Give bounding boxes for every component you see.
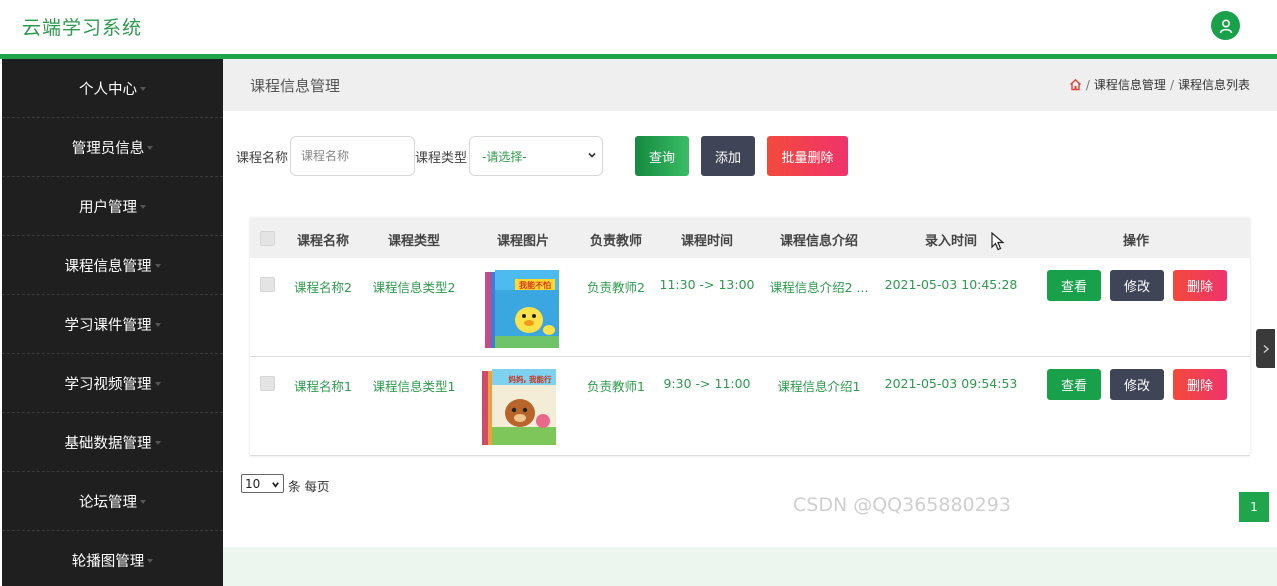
cell-created-time: 2021-05-03 10:45:28 <box>884 277 1018 292</box>
main-content: 课程信息管理 / 课程信息管理 / 课程信息列表 课程名称 课程类型 -请选择-… <box>223 59 1277 586</box>
column-header-image[interactable]: 课程图片 <box>497 230 549 249</box>
cell-teacher: 负责教师1 <box>587 379 645 394</box>
breadcrumb-item-course-management[interactable]: 课程信息管理 <box>1094 76 1166 93</box>
breadcrumb-separator: / <box>1085 77 1090 92</box>
sidebar-item-label: 课程信息管理 <box>64 258 152 275</box>
pagination-page-1[interactable]: 1 <box>1239 492 1269 522</box>
table-row: 课程名称1 课程信息类型1 妈妈, 我能行 负责教师1 9:30 -> 11:0… <box>250 357 1250 456</box>
sidebar-item-label: 管理员信息 <box>71 140 145 157</box>
cell-course-intro: 课程信息介绍1 <box>777 379 861 394</box>
edit-button[interactable]: 修改 <box>1110 270 1164 301</box>
top-bar: 云端学习系统 <box>0 0 1277 54</box>
course-table: 课程名称 课程类型 课程图片 负责教师 课程时间 课程信息介绍 录入时间 操作 … <box>250 218 1250 456</box>
cell-course-name: 课程名称1 <box>294 379 352 394</box>
add-button[interactable]: 添加 <box>701 136 755 176</box>
chevron-down-icon <box>147 146 154 150</box>
select-all-checkbox[interactable] <box>260 231 275 246</box>
cell-course-name: 课程名称2 <box>294 280 352 295</box>
column-header-created[interactable]: 录入时间 <box>925 230 977 249</box>
row-checkbox[interactable] <box>260 376 275 391</box>
page-size-value: 10 <box>245 476 261 491</box>
breadcrumb-separator: / <box>1169 77 1174 92</box>
app-title: 云端学习系统 <box>22 17 143 39</box>
home-icon[interactable] <box>1069 78 1082 91</box>
column-header-name[interactable]: 课程名称 <box>297 230 349 249</box>
sidebar-item-label: 用户管理 <box>79 199 137 216</box>
sidebar-item-user-management[interactable]: 用户管理 <box>2 177 223 236</box>
chevron-down-icon <box>272 482 279 488</box>
chevron-down-icon <box>140 205 146 209</box>
cell-created-time: 2021-05-03 09:54:53 <box>884 376 1018 391</box>
sidebar-item-videos[interactable]: 学习视频管理 <box>2 354 223 413</box>
watermark: CSDN @QQ365880293 <box>793 494 1011 516</box>
course-name-input[interactable] <box>290 136 415 176</box>
chevron-down-icon <box>588 152 596 158</box>
course-type-selected-value: -请选择- <box>482 149 527 164</box>
table-row: 课程名称2 课程信息类型2 我能不怕 负责教师2 11:30 -> 13:00 … <box>250 258 1250 357</box>
page-title: 课程信息管理 <box>250 77 341 95</box>
column-header-type[interactable]: 课程类型 <box>388 230 440 249</box>
cell-teacher: 负责教师2 <box>587 280 645 295</box>
chevron-right-icon <box>1263 344 1269 353</box>
breadcrumb: / 课程信息管理 / 课程信息列表 <box>1069 76 1250 93</box>
sidebar-item-label: 轮播图管理 <box>71 553 145 570</box>
sidebar-item-label: 学习课件管理 <box>64 317 152 334</box>
per-page-label: 条 每页 <box>288 479 330 494</box>
cell-course-type: 课程信息类型2 <box>372 280 456 295</box>
delete-button[interactable]: 删除 <box>1173 369 1227 400</box>
row-checkbox[interactable] <box>260 277 275 292</box>
mouse-pointer-icon <box>991 232 1005 251</box>
footer-band <box>223 547 1277 586</box>
sidebar-item-label: 学习视频管理 <box>64 376 152 393</box>
view-button[interactable]: 查看 <box>1047 369 1101 400</box>
cell-course-intro: 课程信息介绍2 ... <box>769 280 869 295</box>
user-icon <box>1219 18 1232 33</box>
chevron-down-icon <box>154 441 161 445</box>
expand-panel-button[interactable] <box>1256 329 1275 368</box>
edit-button[interactable]: 修改 <box>1110 369 1164 400</box>
chevron-down-icon <box>147 559 154 563</box>
sidebar-item-forum[interactable]: 论坛管理 <box>2 472 223 531</box>
sidebar-item-label: 基础数据管理 <box>64 435 152 452</box>
page-size-select[interactable]: 10 <box>241 474 284 493</box>
column-header-teacher[interactable]: 负责教师 <box>590 230 642 249</box>
cell-course-time: 9:30 -> 11:00 <box>663 376 751 391</box>
sidebar-item-carousel[interactable]: 轮播图管理 <box>2 531 223 586</box>
column-header-time[interactable]: 课程时间 <box>681 230 733 249</box>
sidebar-item-basic-data[interactable]: 基础数据管理 <box>2 413 223 472</box>
sidebar: 个人中心 管理员信息 用户管理 课程信息管理 学习课件管理 学习视频管理 基础数… <box>2 59 223 586</box>
course-cover-image[interactable]: 妈妈, 我能行 <box>480 367 560 449</box>
sidebar-item-admin-info[interactable]: 管理员信息 <box>2 118 223 177</box>
page-header: 课程信息管理 / 课程信息管理 / 课程信息列表 <box>223 59 1277 111</box>
batch-delete-button[interactable]: 批量删除 <box>767 136 848 176</box>
chevron-down-icon <box>154 382 161 386</box>
sidebar-item-course-info[interactable]: 课程信息管理 <box>2 236 223 295</box>
sidebar-item-personal-center[interactable]: 个人中心 <box>2 59 223 118</box>
column-header-actions: 操作 <box>1122 234 1150 249</box>
user-avatar-button[interactable] <box>1211 11 1240 40</box>
sidebar-item-label: 论坛管理 <box>79 494 137 511</box>
breadcrumb-item-course-list: 课程信息列表 <box>1177 78 1250 92</box>
course-type-select[interactable]: -请选择- <box>469 136 603 176</box>
delete-button[interactable]: 删除 <box>1173 270 1227 301</box>
query-button[interactable]: 查询 <box>635 136 689 176</box>
chevron-down-icon <box>154 264 161 268</box>
course-name-label: 课程名称 <box>236 151 289 166</box>
course-cover-image[interactable]: 我能不怕 <box>483 268 563 350</box>
column-header-intro[interactable]: 课程信息介绍 <box>780 230 858 249</box>
sidebar-item-courseware[interactable]: 学习课件管理 <box>2 295 223 354</box>
chevron-down-icon <box>154 323 161 327</box>
cell-course-time: 11:30 -> 13:00 <box>659 277 755 292</box>
table-header: 课程名称 课程类型 课程图片 负责教师 课程时间 课程信息介绍 录入时间 操作 <box>250 218 1250 258</box>
view-button[interactable]: 查看 <box>1047 270 1101 301</box>
chevron-down-icon <box>140 500 146 504</box>
sidebar-item-label: 个人中心 <box>79 81 137 98</box>
chevron-down-icon <box>140 87 146 91</box>
cover-title: 妈妈, 我能行 <box>509 374 552 384</box>
course-type-label: 课程类型 <box>415 151 468 166</box>
cover-title: 我能不怕 <box>519 280 551 290</box>
cell-course-type: 课程信息类型1 <box>372 379 456 394</box>
